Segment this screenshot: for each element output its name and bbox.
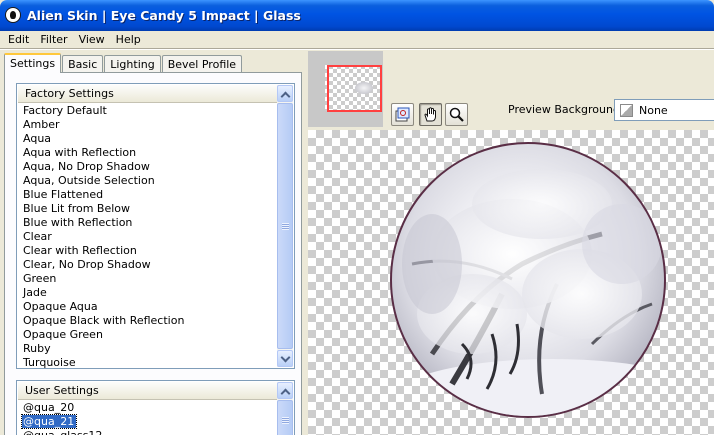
user-settings-items: @qua_20@qua_21@qua_glass12	[17, 401, 294, 435]
user-preset-item[interactable]: @qua_21	[20, 414, 294, 429]
preview-background-value: None	[639, 104, 668, 117]
user-preset-item[interactable]: @qua_glass12	[23, 429, 294, 435]
user-scrollbar[interactable]	[277, 382, 293, 435]
menu-bar: Edit Filter View Help	[0, 31, 714, 48]
tab-settings[interactable]: Settings	[4, 53, 62, 73]
scroll-thumb[interactable]	[277, 103, 293, 349]
menu-help[interactable]: Help	[110, 33, 146, 46]
factory-preset-item[interactable]: Aqua with Reflection	[23, 146, 294, 160]
factory-preset-item[interactable]: Opaque Aqua	[23, 300, 294, 314]
factory-preset-item[interactable]: Aqua, No Drop Shadow	[23, 160, 294, 174]
factory-scrollbar[interactable]	[277, 85, 293, 367]
menu-divider	[0, 48, 714, 50]
factory-preset-item[interactable]: Blue Lit from Below	[23, 202, 294, 216]
magnifier-icon	[449, 107, 464, 122]
navigator[interactable]	[308, 51, 383, 127]
background-swatch-icon	[620, 104, 633, 117]
user-settings-header: User Settings	[18, 382, 293, 400]
scroll-grip-icon	[282, 223, 289, 230]
user-preset-label: @qua_20	[23, 401, 75, 414]
factory-preset-item[interactable]: Opaque Green	[23, 328, 294, 342]
factory-settings-list[interactable]: Factory Settings Factory Default Amber Aqu…	[16, 83, 295, 369]
app-icon[interactable]	[5, 7, 21, 23]
user-preset-item[interactable]: @qua_20	[23, 401, 294, 415]
menu-view[interactable]: View	[73, 33, 110, 46]
factory-preset-item[interactable]: Amber	[23, 118, 294, 132]
window-title: Alien Skin | Eye Candy 5 Impact | Glass	[27, 8, 301, 23]
hand-icon	[424, 107, 436, 122]
navigator-view-rect[interactable]	[327, 65, 382, 112]
snowy-tree-image	[392, 169, 664, 416]
glass-effect-preview	[390, 142, 666, 418]
zoom-to-fit-icon	[395, 107, 410, 122]
factory-settings-items: Factory Default Amber Aqua Aqua with Reflec…	[17, 104, 294, 368]
preview-canvas[interactable]	[308, 130, 714, 435]
scroll-up-button[interactable]	[277, 85, 293, 102]
scroll-thumb[interactable]	[277, 400, 293, 435]
scroll-grip-icon	[282, 417, 289, 424]
zoom-to-fit-button[interactable]	[391, 103, 414, 126]
factory-preset-item[interactable]: Turquoise	[23, 356, 294, 368]
factory-preset-item[interactable]: Blue with Reflection	[23, 216, 294, 230]
tab-strip: Settings Basic Lighting Bevel Profile	[4, 53, 243, 73]
preview-background-select[interactable]: None	[614, 99, 714, 121]
factory-preset-item[interactable]: Green	[23, 272, 294, 286]
scroll-up-button[interactable]	[277, 382, 293, 399]
tab-bevel-profile[interactable]: Bevel Profile	[161, 55, 243, 73]
factory-preset-item[interactable]: Jade	[23, 286, 294, 300]
factory-preset-item[interactable]: Clear	[23, 230, 294, 244]
settings-panel: Factory Settings Factory Default Amber Aqu…	[4, 72, 302, 435]
scroll-down-button[interactable]	[277, 350, 293, 367]
menu-edit[interactable]: Edit	[2, 33, 34, 46]
preview-background-label: Preview Background:	[508, 103, 624, 116]
factory-preset-item[interactable]: Blue Flattened	[23, 188, 294, 202]
preview-area: Preview Background: None	[308, 51, 714, 435]
tab-basic[interactable]: Basic	[62, 55, 104, 73]
hand-tool-button[interactable]	[419, 103, 442, 126]
factory-preset-item[interactable]: Aqua	[23, 132, 294, 146]
user-settings-list[interactable]: User Settings @qua_20@qua_21@qua_glass12	[16, 380, 295, 435]
factory-preset-item[interactable]: Clear, No Drop Shadow	[23, 258, 294, 272]
zoom-tool-button[interactable]	[445, 103, 468, 126]
menu-filter[interactable]: Filter	[34, 33, 72, 46]
tab-lighting[interactable]: Lighting	[104, 55, 161, 73]
factory-preset-item[interactable]: Factory Default	[23, 104, 294, 118]
factory-preset-item[interactable]: Opaque Black with Reflection	[23, 314, 294, 328]
user-preset-label: @qua_glass12	[23, 429, 102, 435]
factory-settings-header: Factory Settings	[18, 85, 293, 103]
factory-preset-item[interactable]: Ruby	[23, 342, 294, 356]
factory-preset-item[interactable]: Aqua, Outside Selection	[23, 174, 294, 188]
factory-preset-item[interactable]: Clear with Reflection	[23, 244, 294, 258]
title-bar[interactable]: Alien Skin | Eye Candy 5 Impact | Glass	[0, 0, 714, 31]
user-preset-label: @qua_21	[20, 414, 78, 429]
